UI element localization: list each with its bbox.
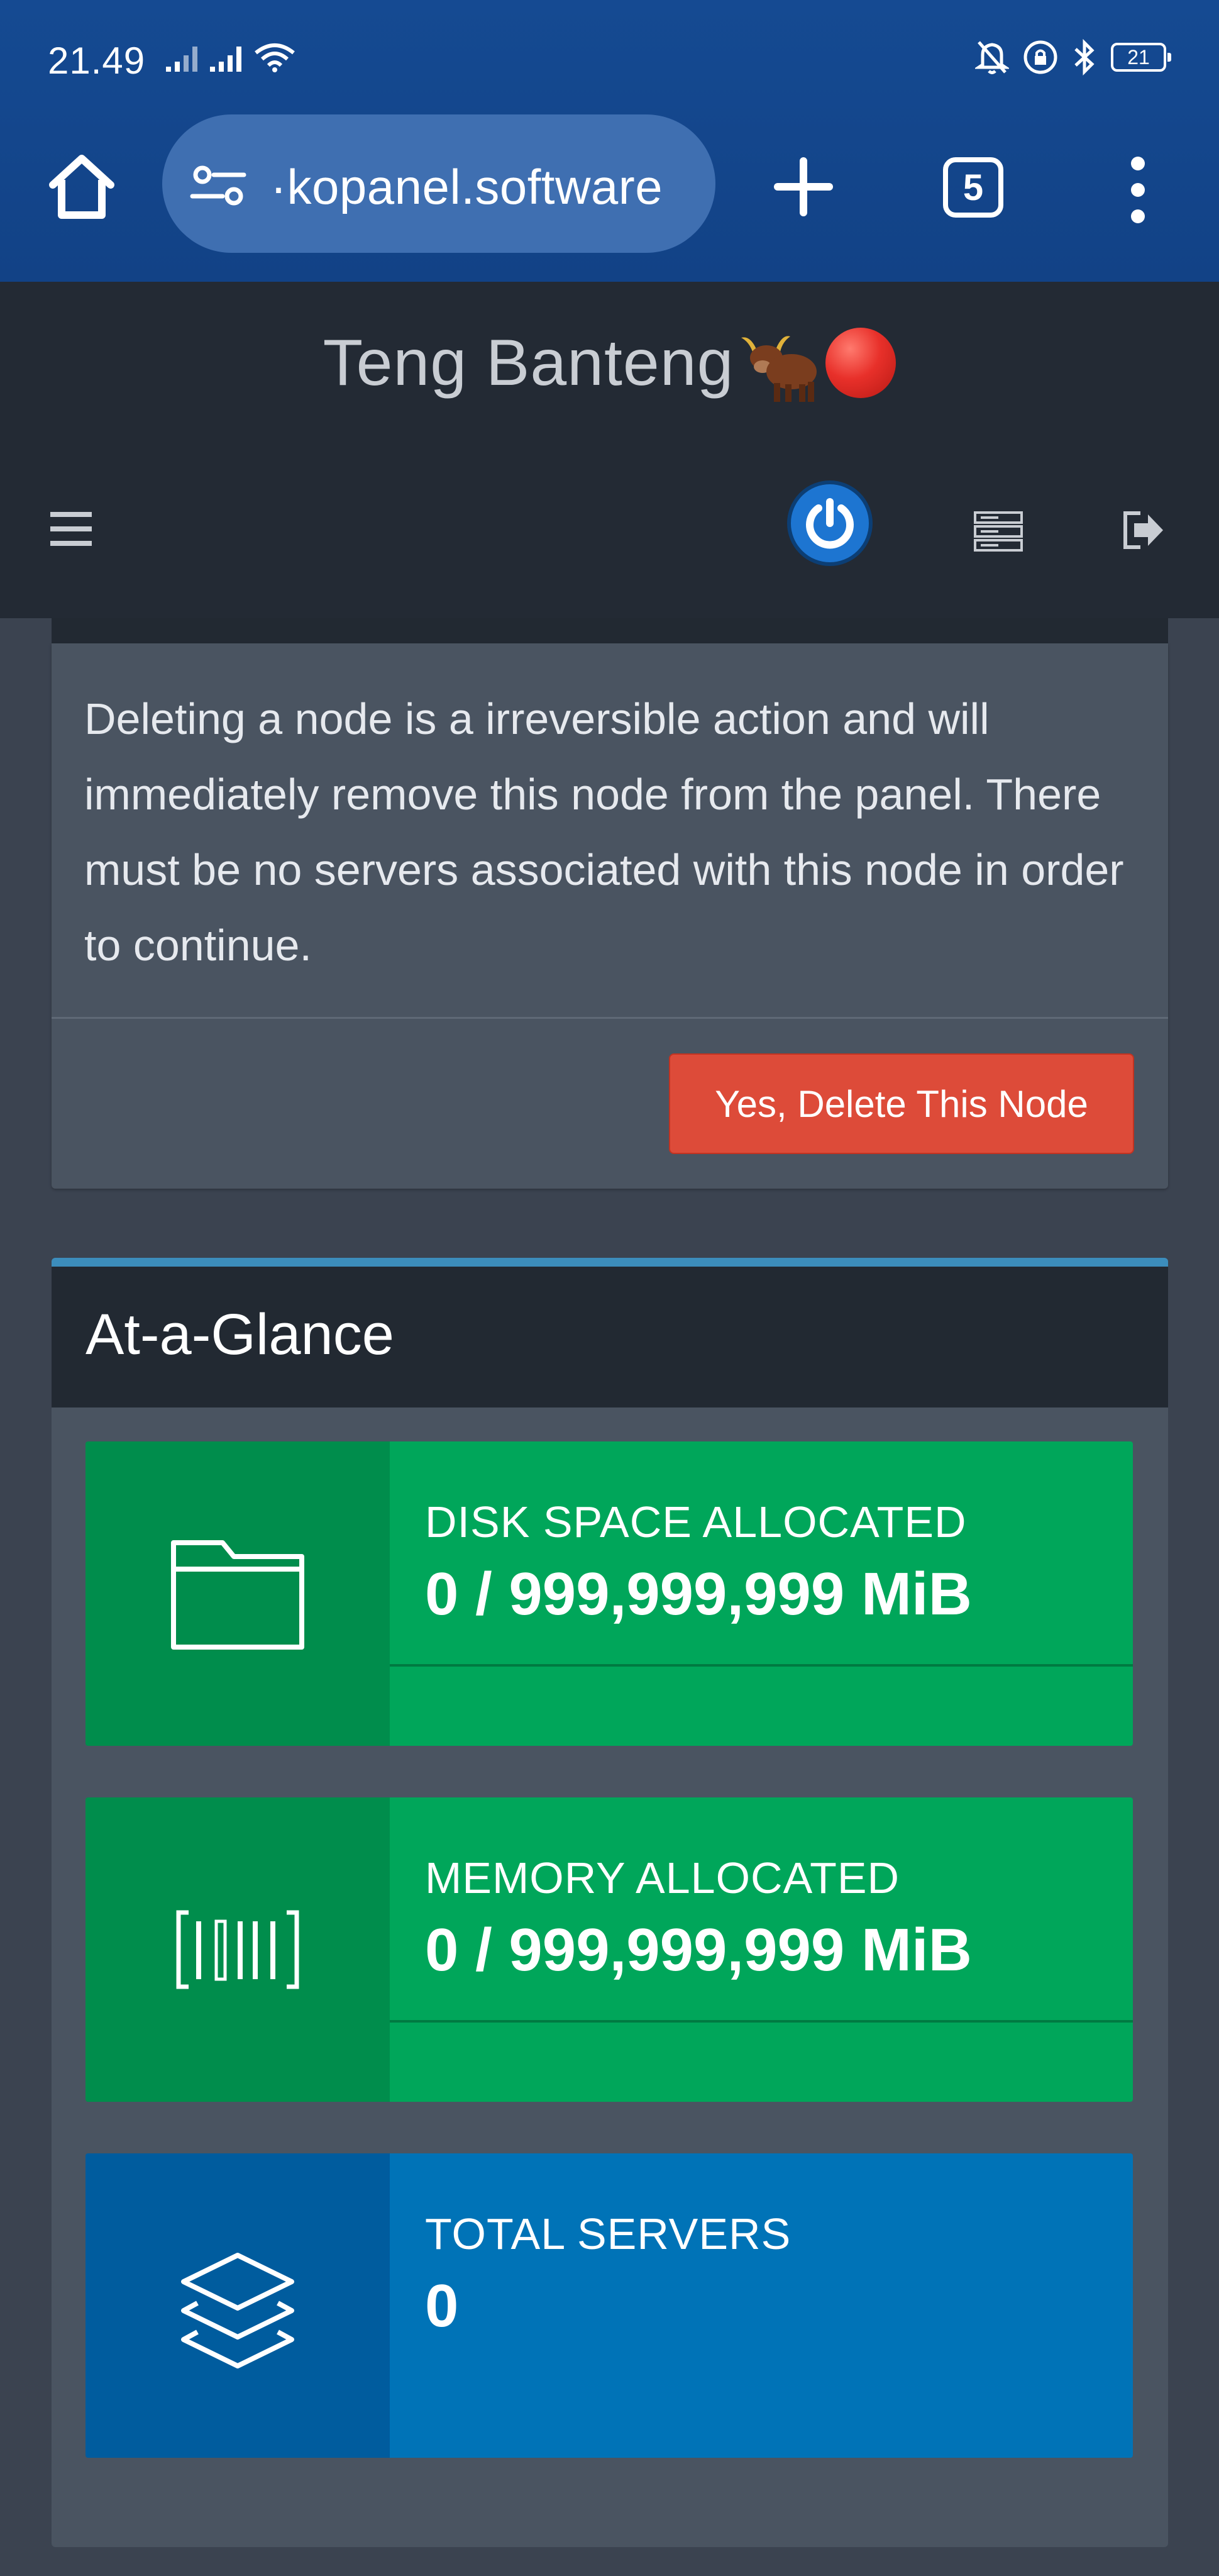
info-box-content: TOTAL SERVERS 0 <box>390 2153 1133 2458</box>
box-header-edge <box>52 618 1168 643</box>
red-circle-icon <box>825 327 896 398</box>
info-box-label: DISK SPACE ALLOCATED <box>425 1497 967 1546</box>
overflow-menu-icon[interactable] <box>1125 152 1150 228</box>
info-box-value: 0 / 999,999,999 MiB <box>425 1916 972 1984</box>
folder-icon <box>171 1540 304 1650</box>
panel-header: Teng Banteng <box>0 282 1219 618</box>
info-box-label: MEMORY ALLOCATED <box>425 1853 900 1902</box>
logout-icon[interactable] <box>1122 509 1166 551</box>
rotation-lock-icon <box>1023 40 1057 74</box>
bell-off-icon <box>975 41 1009 74</box>
tab-switcher-button[interactable]: 5 <box>943 157 1003 218</box>
info-box-value: 0 / 999,999,999 MiB <box>425 1560 972 1628</box>
status-right-icons: 21 <box>975 39 1171 75</box>
signal-icon <box>210 47 241 72</box>
hamburger-menu-icon[interactable] <box>49 509 93 548</box>
info-box-content: DISK SPACE ALLOCATED 0 / 999,999,999 MiB <box>390 1441 1133 1746</box>
new-tab-icon[interactable] <box>766 152 841 221</box>
delete-warning-text: Deleting a node is a irreversible action… <box>84 694 1124 970</box>
address-bar[interactable]: ·kopanel.software <box>162 114 715 253</box>
total-servers-info-box: TOTAL SERVERS 0 <box>85 2153 1133 2458</box>
signal-icons <box>165 42 297 73</box>
info-box-icon-area <box>85 2153 390 2458</box>
info-box-icon-area <box>85 1441 390 1746</box>
info-box-progress <box>390 1664 1133 1667</box>
server-list-icon[interactable] <box>973 511 1023 552</box>
home-icon[interactable] <box>44 152 119 221</box>
delete-node-button[interactable]: Yes, Delete This Node <box>669 1053 1134 1154</box>
tab-count: 5 <box>963 167 984 208</box>
info-box-label: TOTAL SERVERS <box>425 2209 792 2258</box>
info-box-progress <box>390 2020 1133 2023</box>
glance-title: At-a-Glance <box>85 1302 394 1367</box>
disk-space-info-box: DISK SPACE ALLOCATED 0 / 999,999,999 MiB <box>85 1441 1133 1746</box>
signal-icon <box>166 47 197 72</box>
power-button[interactable] <box>787 480 873 566</box>
browser-chrome: 21.49 21 ·kopanel.software 5 <box>0 0 1219 282</box>
brand-title[interactable]: Teng Banteng <box>0 326 1219 406</box>
battery-icon: 21 <box>1111 43 1171 72</box>
info-box-content: MEMORY ALLOCATED 0 / 999,999,999 MiB <box>390 1797 1133 2102</box>
status-time: 21.49 <box>48 40 146 82</box>
status-bar: 21.49 21 <box>0 0 1219 107</box>
wifi-icon <box>255 43 295 72</box>
site-settings-icon[interactable] <box>190 164 246 208</box>
info-box-value: 0 <box>425 2272 459 2340</box>
memory-info-box: MEMORY ALLOCATED 0 / 999,999,999 MiB <box>85 1797 1133 2102</box>
at-a-glance-box: At-a-Glance DISK SPACE ALLOCATED 0 / 999… <box>52 1258 1168 2547</box>
battery-level: 21 <box>1127 45 1150 69</box>
url-text[interactable]: ·kopanel.software <box>270 158 663 216</box>
delete-node-box: Deleting a node is a irreversible action… <box>52 643 1168 1189</box>
info-box-icon-area <box>85 1797 390 2102</box>
barcode-icon <box>176 1910 299 1989</box>
box-accent-border <box>52 1258 1168 1267</box>
bluetooth-icon <box>1074 39 1095 75</box>
glance-header: At-a-Glance <box>52 1267 1168 1407</box>
box-footer-divider <box>52 1017 1168 1019</box>
layers-icon <box>181 2253 294 2368</box>
browser-toolbar: ·kopanel.software 5 <box>0 113 1219 258</box>
brand-text: Teng Banteng <box>323 326 734 399</box>
power-icon <box>806 498 854 549</box>
ox-icon <box>741 335 817 402</box>
